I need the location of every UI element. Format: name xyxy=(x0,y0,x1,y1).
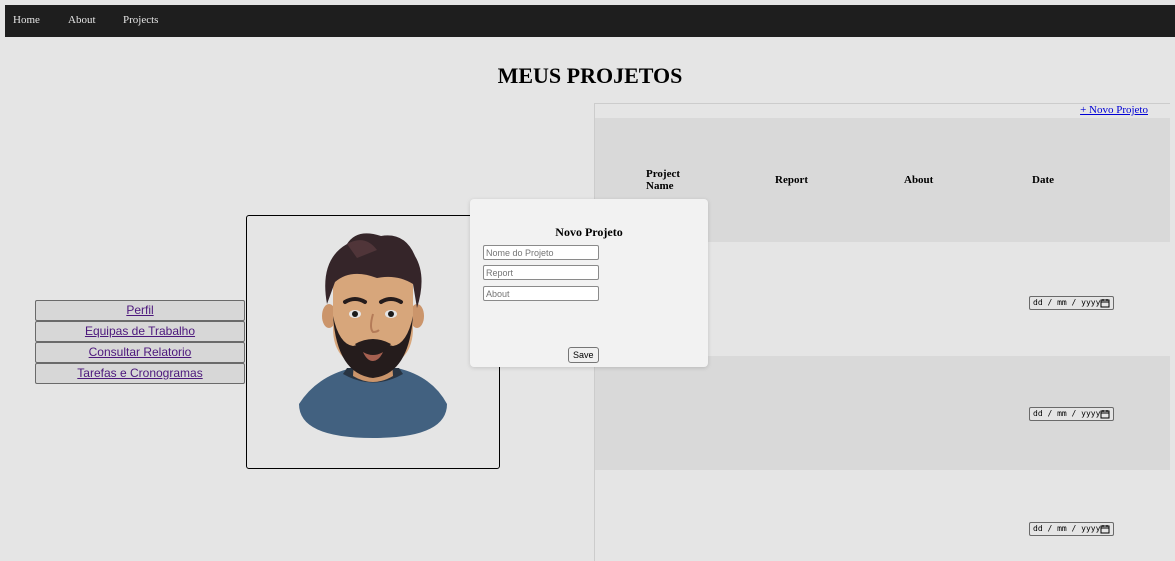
save-button[interactable]: Save xyxy=(568,347,599,363)
new-project-modal: Novo Projeto Save xyxy=(470,199,708,367)
project-name-input[interactable] xyxy=(483,245,599,260)
about-input[interactable] xyxy=(483,286,599,301)
report-input[interactable] xyxy=(483,265,599,280)
modal-title: Novo Projeto xyxy=(555,225,623,239)
